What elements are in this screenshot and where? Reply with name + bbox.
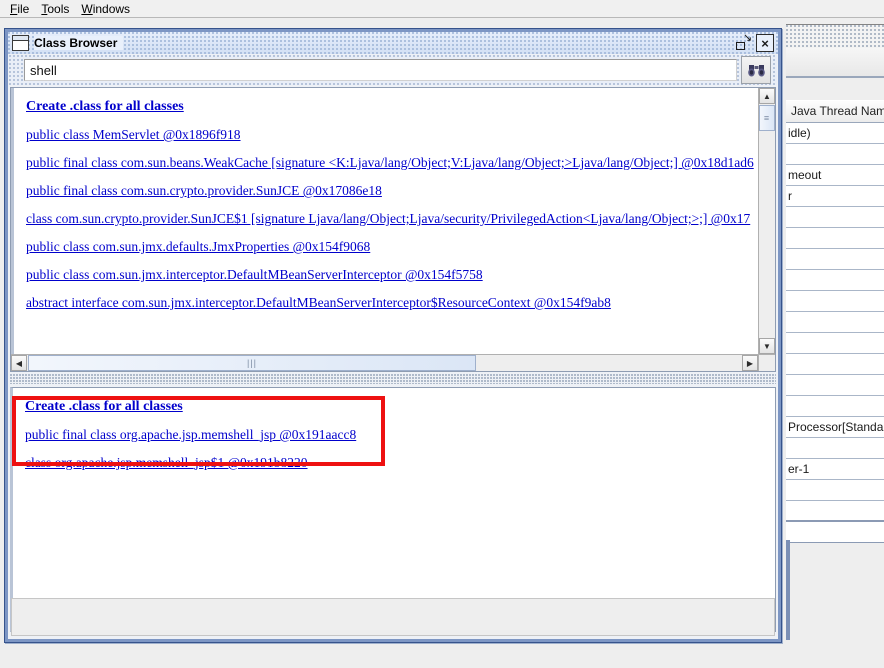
class-list-item[interactable]: public final class com.sun.crypto.provid… [26, 177, 758, 205]
class-list-item[interactable]: public class MemServlet @0x1896f918 [26, 121, 758, 149]
result-pane: Create .class for all classes public fin… [10, 387, 776, 632]
background-table-row [786, 333, 884, 354]
search-input[interactable] [24, 59, 737, 81]
background-table-row: Processor[Standa [786, 417, 884, 438]
split-pane-divider[interactable] [10, 374, 776, 384]
create-class-link-bottom[interactable]: Create .class for all classes [25, 399, 183, 415]
menu-item-file[interactable]: File [6, 1, 37, 17]
menu-file-rest: ile [17, 1, 30, 16]
background-table-row [786, 207, 884, 228]
background-table-row [786, 396, 884, 417]
background-table-row [786, 501, 884, 520]
background-table-row: idle) [786, 123, 884, 144]
vertical-scroll-thumb[interactable]: ≡ [759, 105, 775, 131]
class-browser-window: Class Browser × [4, 28, 782, 643]
background-table-footer [786, 520, 884, 543]
class-list-item[interactable]: class com.sun.crypto.provider.SunJCE$1 [… [26, 205, 758, 233]
class-list-item[interactable]: public class com.sun.jmx.interceptor.Def… [26, 261, 758, 289]
scroll-left-button[interactable]: ◀ [11, 355, 27, 371]
scroll-right-button[interactable]: ▶ [742, 355, 758, 371]
find-button[interactable] [741, 56, 771, 84]
binoculars-icon [747, 65, 765, 77]
screen: File Tools Windows Java Thread Nam idle)… [0, 0, 884, 668]
search-toolbar [9, 55, 777, 85]
vertical-scrollbar[interactable]: ▲ ≡ ▼ [758, 88, 775, 354]
restore-window-icon[interactable] [735, 36, 752, 51]
background-toolstrip [786, 48, 884, 78]
menu-item-tools[interactable]: Tools [37, 1, 77, 17]
close-window-icon[interactable]: × [756, 34, 774, 52]
background-table-row [786, 312, 884, 333]
result-list-items: public final class org.apache.jsp.memshe… [13, 421, 775, 477]
background-toolbar [786, 24, 884, 50]
menu-windows-rest: indows [92, 1, 131, 16]
background-table-body: idle) meout r Processor[Standa er-1 [786, 123, 884, 520]
background-table-row [786, 375, 884, 396]
background-table-row [786, 249, 884, 270]
background-table-row [786, 291, 884, 312]
background-frame-edge [786, 540, 790, 640]
background-thread-table: Java Thread Nam idle) meout r Processor[Sta… [786, 100, 884, 520]
menu-item-windows[interactable]: Windows [77, 1, 138, 17]
horizontal-scroll-thumb[interactable]: ||| [28, 355, 476, 371]
window-title-bar[interactable]: Class Browser × [8, 32, 778, 54]
menu-tools-rest: ools [47, 1, 70, 16]
background-table-row: r [786, 186, 884, 207]
background-table-row [786, 228, 884, 249]
background-table-row [786, 438, 884, 459]
background-table-row: meout [786, 165, 884, 186]
class-list-item[interactable]: abstract interface com.sun.jmx.intercept… [26, 289, 758, 317]
class-list-item[interactable]: public class com.sun.jmx.defaults.JmxPro… [26, 233, 758, 261]
menu-bar: File Tools Windows [0, 0, 884, 18]
class-list-item[interactable]: public final class com.sun.beans.WeakCac… [26, 149, 758, 177]
background-table-row [786, 270, 884, 291]
class-list-content: Create .class for all classes public cla… [14, 88, 758, 317]
background-table-row [786, 144, 884, 165]
background-table-row [786, 480, 884, 501]
menu-windows-mnemonic: W [81, 1, 93, 16]
h-scroll-thumb-grip: ||| [246, 357, 257, 368]
class-list-area[interactable]: Create .class for all classes public cla… [11, 88, 758, 354]
window-title: Class Browser [34, 36, 124, 50]
result-list-item[interactable]: class org.apache.jsp.memshell_jsp$1 @0x1… [25, 449, 775, 477]
scroll-up-button[interactable]: ▲ [759, 88, 775, 104]
background-table-row: er-1 [786, 459, 884, 480]
scroll-down-button[interactable]: ▼ [759, 338, 775, 354]
window-frame-icon [12, 35, 29, 51]
create-class-link-top[interactable]: Create .class for all classes [26, 99, 184, 115]
scroll-thumb-grip: ≡ [763, 112, 771, 123]
class-list-pane: Create .class for all classes public cla… [10, 87, 776, 372]
background-table-row [786, 354, 884, 375]
scrollbar-corner [758, 354, 775, 371]
horizontal-scrollbar[interactable]: ◀ ||| ▶ [11, 354, 758, 371]
result-list-item[interactable]: public final class org.apache.jsp.memshe… [25, 421, 775, 449]
class-list-items: public class MemServlet @0x1896f918 publi… [14, 121, 758, 317]
window-footer-panel [11, 598, 775, 636]
background-table-header: Java Thread Nam [786, 100, 884, 123]
